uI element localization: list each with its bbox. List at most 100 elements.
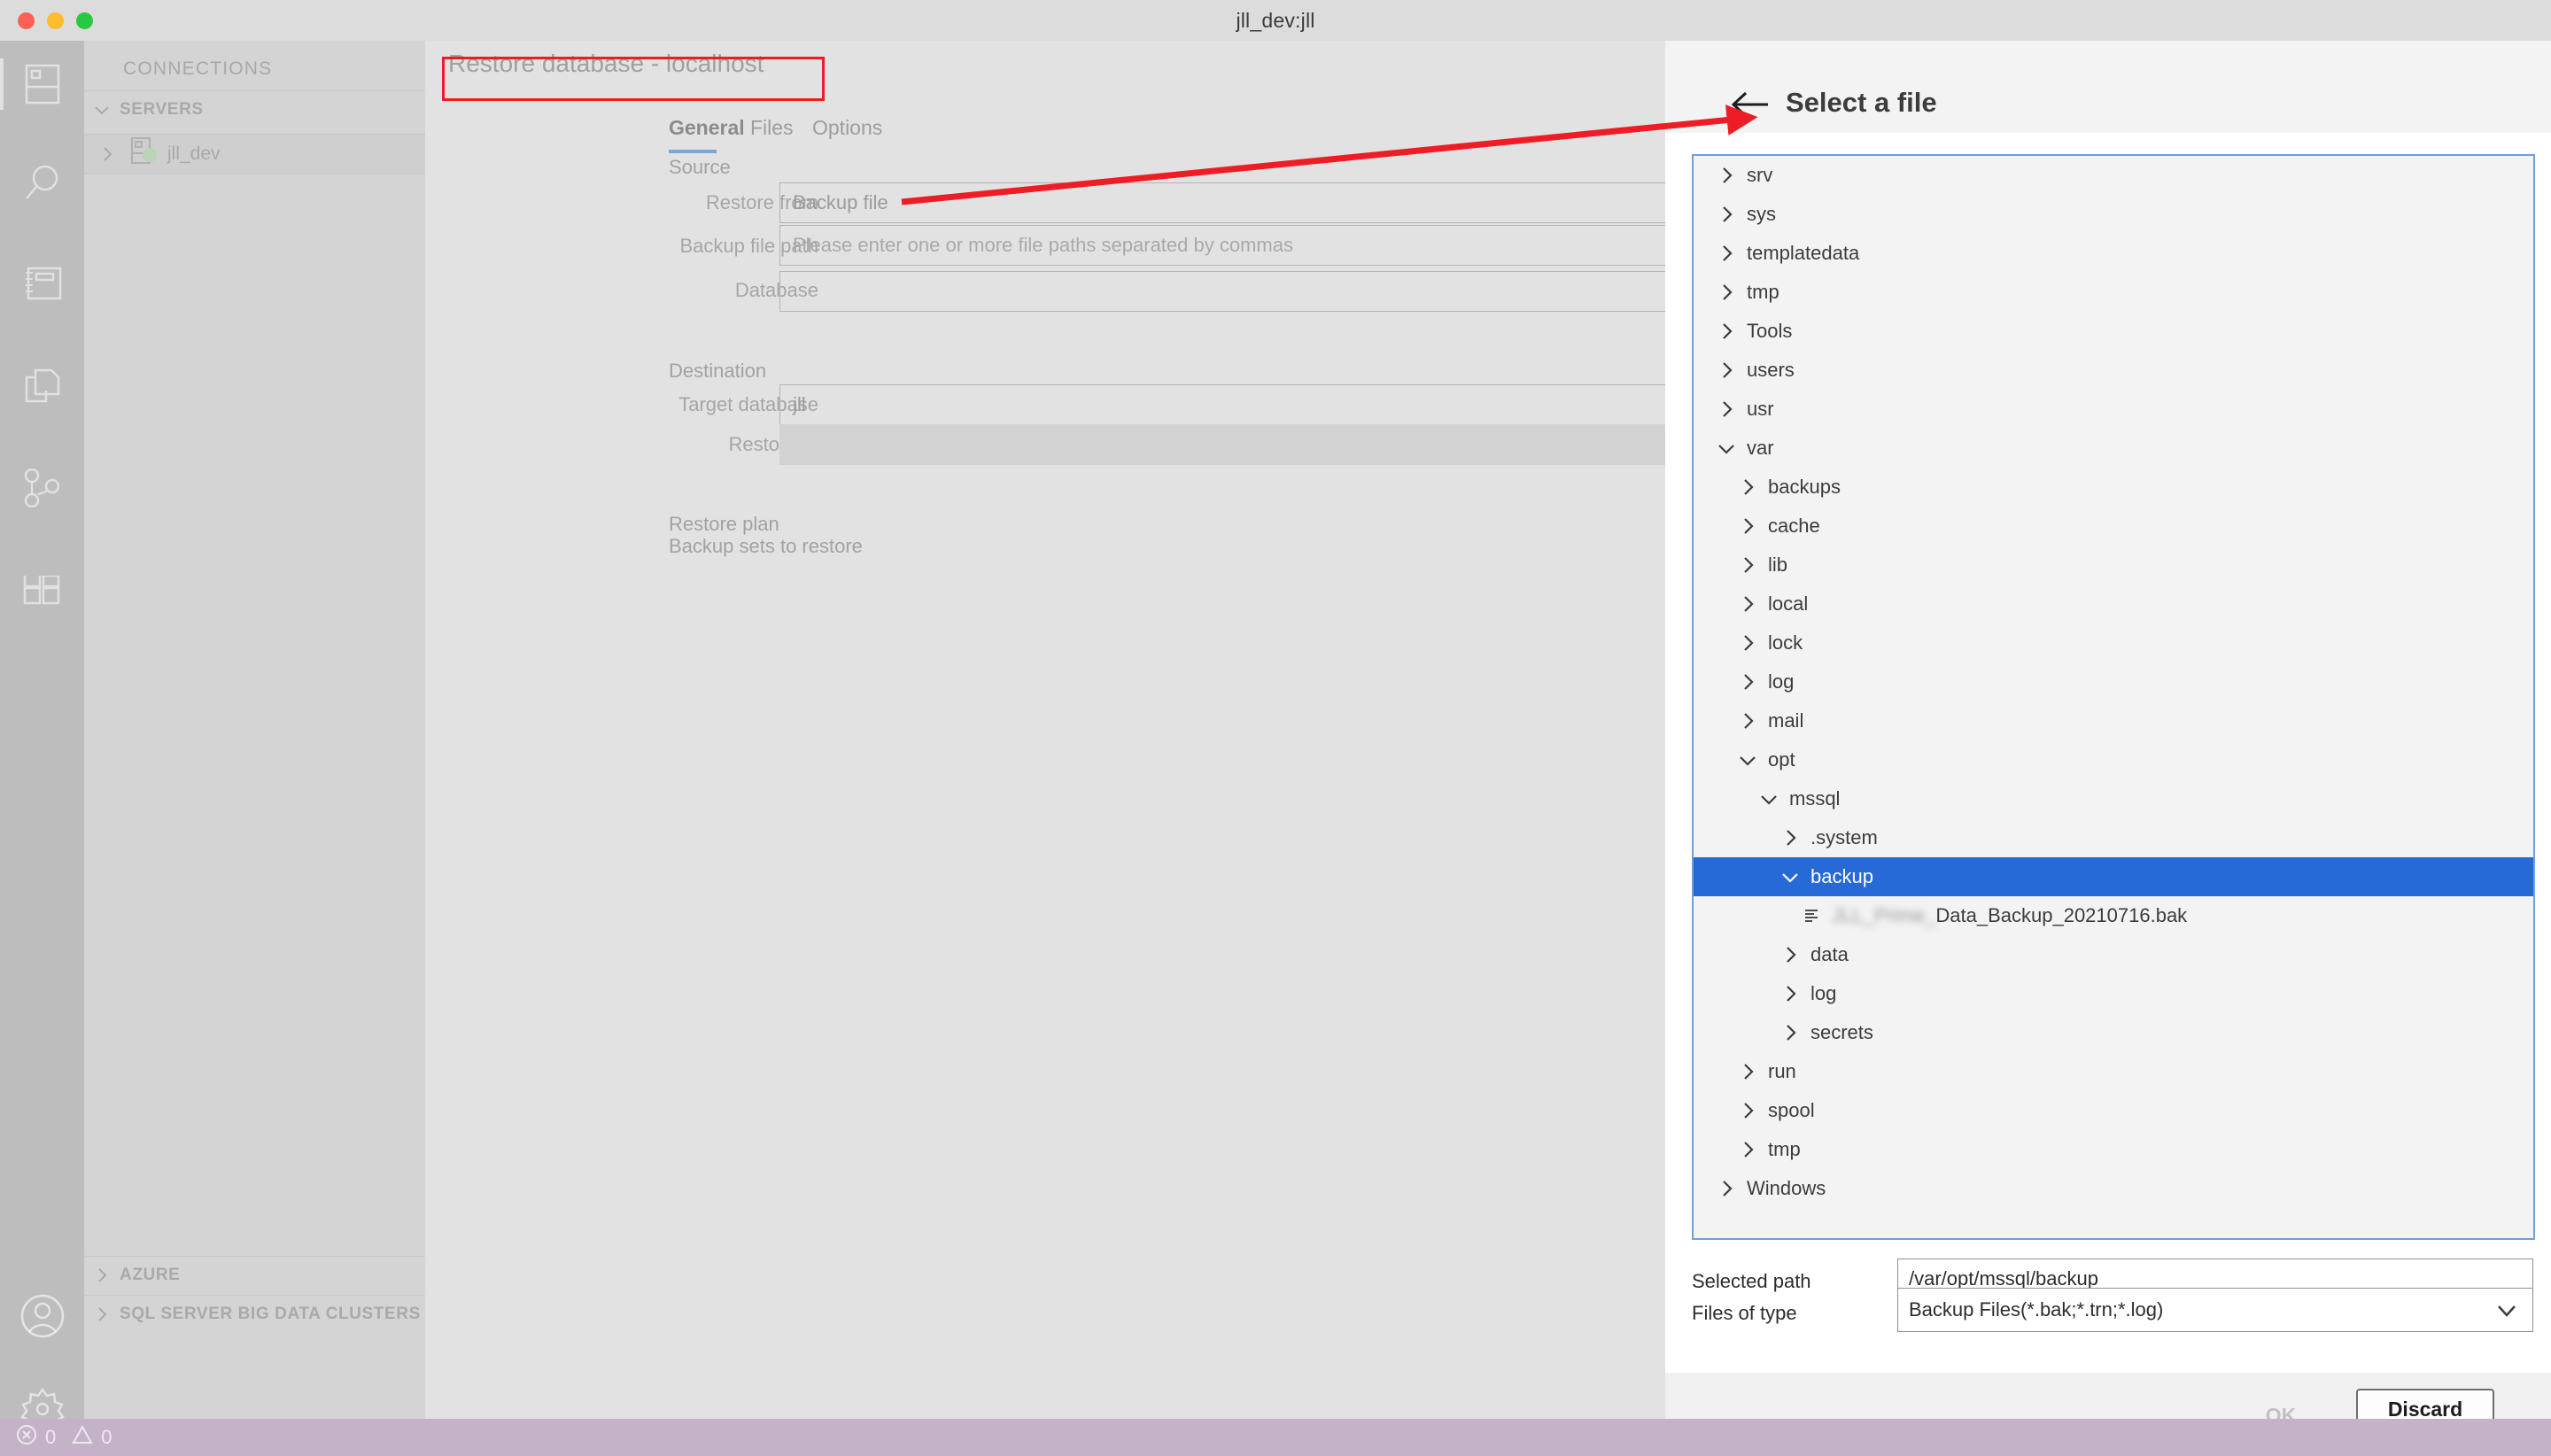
tree-folder-24[interactable]: spool: [1694, 1091, 2533, 1130]
tree-folder-9[interactable]: cache: [1694, 507, 2533, 546]
sidebar-server-jll-dev[interactable]: jll_dev: [84, 134, 425, 174]
chevron-down-icon: [2495, 1299, 2518, 1328]
tree-folder-18[interactable]: backup: [1694, 857, 2533, 896]
tree-folder-3[interactable]: tmp: [1694, 273, 2533, 312]
tree-folder-4[interactable]: Tools: [1694, 312, 2533, 351]
label-selected-path: Selected path: [1692, 1270, 1811, 1292]
activity-item-extensions[interactable]: [0, 554, 84, 639]
chevron-right-icon: [1734, 515, 1761, 537]
chevron-right-icon: [1734, 1100, 1761, 1121]
error-icon: [16, 1424, 37, 1451]
status-errors[interactable]: 0: [16, 1424, 56, 1451]
tree-folder-23[interactable]: run: [1694, 1052, 2533, 1091]
select-files-of-type[interactable]: Backup Files(*.bak;*.trn;*.log): [1897, 1288, 2533, 1332]
activity-item-accounts[interactable]: [0, 1276, 84, 1360]
chevron-down-icon: [84, 100, 120, 120]
tree-folder-0[interactable]: srv: [1694, 156, 2533, 195]
tree-item-label: backups: [1768, 476, 1841, 498]
tree-item-label: users: [1747, 359, 1795, 381]
tree-item-label: lib: [1768, 554, 1788, 576]
app-window: jll_dev:jll CONNECTIONS SERVERS jll_dev …: [0, 0, 2551, 1456]
chevron-right-icon: [1777, 827, 1803, 848]
files-of-type-value: Backup Files(*.bak;*.trn;*.log): [1909, 1298, 2164, 1320]
select-file-dialog: Select a file srv sys templatedata tmp Tools…: [1665, 41, 2551, 1456]
connections-sidebar: CONNECTIONS SERVERS jll_dev AZURE SQL SE…: [84, 41, 425, 1424]
warning-icon: [72, 1424, 93, 1451]
tree-item-label: local: [1768, 592, 1809, 615]
warning-count: 0: [101, 1426, 112, 1448]
tree-item-label: tmp: [1768, 1138, 1801, 1160]
chevron-right-icon: [1734, 671, 1761, 693]
activity-item-search[interactable]: [0, 143, 84, 228]
tree-folder-22[interactable]: secrets: [1694, 1013, 2533, 1052]
tree-item-label: data: [1811, 943, 1849, 965]
tree-folder-15[interactable]: opt: [1694, 740, 2533, 779]
tree-item-label: usr: [1747, 398, 1774, 420]
tree-folder-26[interactable]: Windows: [1694, 1169, 2533, 1208]
select-file-title: Select a file: [1786, 87, 1937, 118]
chevron-right-icon: [1777, 944, 1803, 965]
tab-active-underline: [669, 150, 717, 153]
tree-folder-20[interactable]: data: [1694, 935, 2533, 974]
activity-item-data-explorer[interactable]: [0, 346, 84, 430]
tree-item-label: tmp: [1747, 281, 1779, 303]
tree-folder-12[interactable]: lock: [1694, 623, 2533, 662]
tree-file-19[interactable]: JLL_Prime_Data_Backup_20210716.bak: [1694, 896, 2533, 935]
chevron-down-icon: [1713, 438, 1740, 459]
tree-folder-6[interactable]: usr: [1694, 390, 2533, 429]
servers-icon: [25, 64, 60, 109]
chevron-right-icon: [1734, 1139, 1761, 1160]
activity-item-notebooks[interactable]: [0, 244, 84, 329]
tree-item-label: mssql: [1789, 787, 1841, 809]
chevron-right-icon: [1734, 710, 1761, 732]
activity-bar: [0, 41, 84, 1432]
tree-folder-7[interactable]: var: [1694, 429, 2533, 468]
sidebar-section-big-data-clusters[interactable]: SQL SERVER BIG DATA CLUSTERS: [84, 1295, 425, 1333]
tree-item-label: sys: [1747, 203, 1776, 225]
tab-options[interactable]: Options: [812, 116, 882, 140]
sidebar-section-servers[interactable]: SERVERS: [84, 90, 425, 128]
connected-status-dot: [143, 148, 157, 162]
section-title-source: Source: [669, 156, 731, 178]
tree-folder-16[interactable]: mssql: [1694, 779, 2533, 818]
activity-item-source-control[interactable]: [0, 448, 84, 532]
tree-folder-1[interactable]: sys: [1694, 195, 2533, 234]
activity-item-servers[interactable]: [0, 44, 84, 128]
chevron-right-icon: [1734, 632, 1761, 654]
chevron-right-icon: [1713, 399, 1740, 420]
status-warnings[interactable]: 0: [72, 1424, 112, 1451]
editor-tabs: General Files Options: [425, 116, 1400, 169]
tree-folder-2[interactable]: templatedata: [1694, 234, 2533, 273]
chevron-right-icon: [1734, 476, 1761, 498]
chevron-right-icon: [1713, 165, 1740, 186]
tree-item-label: templatedata: [1747, 242, 1860, 264]
tree-folder-21[interactable]: log: [1694, 974, 2533, 1013]
chevron-right-icon: [1713, 243, 1740, 264]
chevron-right-icon: [1713, 1178, 1740, 1199]
select-file-header: Select a file: [1665, 41, 2551, 133]
tree-folder-5[interactable]: users: [1694, 351, 2533, 390]
sidebar-section-label: SERVERS: [120, 100, 204, 119]
label-backup-sets-to-restore: Backup sets to restore: [669, 535, 863, 557]
sidebar-section-azure[interactable]: AZURE: [84, 1256, 425, 1294]
tree-folder-14[interactable]: mail: [1694, 701, 2533, 740]
chevron-down-icon: [1777, 866, 1803, 887]
tree-folder-10[interactable]: lib: [1694, 546, 2533, 585]
back-arrow-icon[interactable]: [1731, 90, 1770, 119]
tree-folder-17[interactable]: .system: [1694, 818, 2533, 857]
tree-folder-11[interactable]: local: [1694, 585, 2533, 623]
tree-folder-8[interactable]: backups: [1694, 468, 2533, 507]
chevron-right-icon: [84, 144, 130, 164]
tab-general[interactable]: General: [669, 116, 745, 140]
account-icon: [19, 1293, 66, 1344]
chevron-right-icon: [1777, 1022, 1803, 1043]
tree-folder-13[interactable]: log: [1694, 662, 2533, 701]
tree-item-label: backup: [1811, 865, 1873, 887]
window-titlebar: jll_dev:jll: [0, 0, 2551, 41]
tab-files[interactable]: Files: [750, 116, 794, 140]
tree-item-label: secrets: [1811, 1021, 1873, 1043]
tree-folder-25[interactable]: tmp: [1694, 1130, 2533, 1169]
tree-item-label: run: [1768, 1060, 1796, 1082]
file-tree[interactable]: srv sys templatedata tmp Tools users usr var bac…: [1692, 154, 2535, 1240]
tree-item-label: srv: [1747, 164, 1773, 186]
